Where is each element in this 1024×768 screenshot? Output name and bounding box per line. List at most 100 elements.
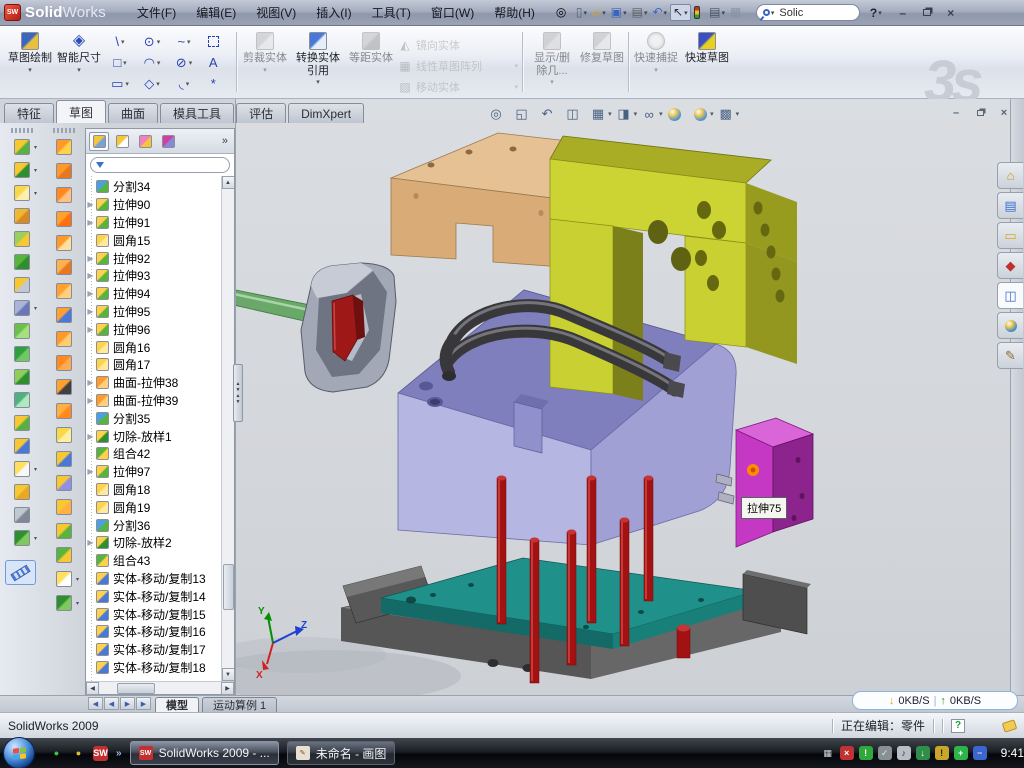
dropdown-arrow-icon[interactable]: ▾: [664, 9, 668, 17]
commandmanager-tab[interactable]: 曲面: [108, 103, 158, 123]
dropdown-arrow-icon[interactable]: ▾: [634, 110, 638, 118]
manager-tab[interactable]: [135, 132, 155, 151]
feature-tree-item[interactable]: ▶ 拉伸93: [86, 267, 221, 285]
feature-tree-item[interactable]: ▶ 拉伸97: [86, 463, 221, 481]
commandmanager-tab[interactable]: 特征: [4, 103, 54, 123]
sketch-entity-button[interactable]: ~ ▾: [168, 31, 200, 52]
sketch-draw-button[interactable]: 草图绘制▾: [6, 29, 54, 95]
task-pane-tab[interactable]: ⌂: [997, 162, 1023, 189]
surface-tool-button[interactable]: [56, 259, 72, 275]
quick-launch-icon[interactable]: ●: [71, 746, 86, 761]
expand-arrow-icon[interactable]: ▶: [86, 538, 95, 547]
dropdown-arrow-icon[interactable]: ▾: [157, 38, 161, 46]
graphics-viewport[interactable]: Y Z X: [235, 99, 1010, 695]
feature-tree-item[interactable]: ▶ 组合42: [86, 445, 221, 463]
dropdown-arrow-icon[interactable]: ▾: [584, 9, 588, 17]
expand-arrow-icon[interactable]: ▶: [86, 325, 95, 334]
tab-nav-button[interactable]: ◀: [104, 697, 119, 710]
surface-tool-button[interactable]: [56, 187, 72, 203]
surface-tool-button[interactable]: [56, 403, 72, 419]
titlebar-tool-button[interactable]: ↶ ▾: [650, 5, 669, 20]
commandmanager-tab[interactable]: DimXpert: [288, 103, 364, 123]
dropdown-arrow-icon[interactable]: ▾: [156, 80, 160, 88]
sketch-entity-button[interactable]: ◠ ▾: [136, 52, 168, 73]
tag-icon[interactable]: [1002, 719, 1017, 733]
toolbar-grip[interactable]: [53, 128, 75, 133]
task-pane-tab[interactable]: [997, 312, 1023, 339]
feature-tree-item[interactable]: ▶ 实体-移动/复制13: [86, 570, 221, 588]
menu-item[interactable]: 帮助(H): [485, 1, 544, 24]
more-tabs-button[interactable]: »: [222, 135, 228, 147]
surface-tool-button[interactable]: [56, 499, 72, 515]
heads-up-tool-button[interactable]: ▦: [588, 104, 608, 124]
feature-tool-button[interactable]: [14, 392, 30, 408]
dropdown-arrow-icon[interactable]: ▾: [189, 59, 193, 67]
convert-entities-button[interactable]: 转换实体引用▾: [292, 29, 344, 95]
feature-tree-item[interactable]: ▶ 切除-放样1: [86, 427, 221, 445]
sketch-entity-button[interactable]: ▾: [200, 31, 232, 52]
start-button[interactable]: [3, 737, 35, 768]
feature-tree-item[interactable]: ▶ 分割34: [86, 178, 221, 196]
manager-tab[interactable]: [158, 132, 178, 151]
surface-tool-button[interactable]: [56, 283, 72, 299]
dropdown-arrow-icon[interactable]: ▾: [187, 38, 191, 46]
menu-item[interactable]: 插入(I): [307, 1, 360, 24]
feature-tree-item[interactable]: ▶ 拉伸90: [86, 196, 221, 214]
taskbar-window-button[interactable]: ✎ 未命名 - 画图: [287, 741, 396, 765]
tray-icon[interactable]: ×: [840, 746, 854, 760]
help-dropdown-icon[interactable]: ▾: [878, 9, 882, 17]
tray-icon[interactable]: ▦: [821, 746, 835, 760]
dropdown-arrow-icon[interactable]: ▾: [76, 576, 79, 583]
feature-tool-button[interactable]: [14, 162, 30, 178]
dropdown-arrow-icon[interactable]: ▾: [644, 9, 648, 17]
dropdown-arrow-icon[interactable]: ▾: [123, 59, 127, 67]
tray-icon[interactable]: ♪: [897, 746, 911, 760]
menu-item[interactable]: 编辑(E): [187, 1, 245, 24]
manager-tab[interactable]: [112, 132, 132, 151]
toolbar-grip[interactable]: [11, 128, 33, 133]
search-dropdown-icon[interactable]: ▾: [771, 9, 775, 17]
feature-tool-button[interactable]: [14, 507, 30, 523]
titlebar-tool-button[interactable]: ▣ ▾: [609, 5, 629, 20]
feature-tool-button[interactable]: [14, 415, 30, 431]
quick-launch-icon[interactable]: SW: [93, 746, 108, 761]
heads-up-tool-button[interactable]: [690, 104, 710, 124]
doc-close-button[interactable]: ×: [996, 106, 1012, 119]
expand-arrow-icon[interactable]: ▶: [86, 467, 95, 476]
surface-tool-button[interactable]: [56, 379, 72, 395]
taskbar-window-button[interactable]: SW SolidWorks 2009 - ...: [130, 741, 279, 765]
model-clamp-cylinder[interactable]: [236, 263, 396, 392]
tree-filter-input[interactable]: [90, 157, 230, 173]
heads-up-tool-button[interactable]: ◎: [486, 104, 506, 124]
expand-arrow-icon[interactable]: ▶: [86, 432, 95, 441]
sketch-entity-button[interactable]: ⊘ ▾: [168, 52, 200, 73]
feature-tree-item[interactable]: ▶ 曲面-拉伸39: [86, 392, 221, 410]
feature-tree-item[interactable]: ▶ 拉伸96: [86, 320, 221, 338]
linear-sketch-pattern-button[interactable]: ▦线性草图阵列▾: [398, 55, 518, 76]
dropdown-arrow-icon[interactable]: ▾: [608, 110, 612, 118]
feature-tool-button[interactable]: [14, 231, 30, 247]
feature-tool-button[interactable]: [14, 346, 30, 362]
sketch-entity-button[interactable]: * ▾: [200, 73, 232, 94]
feature-tool-button[interactable]: [14, 300, 30, 316]
menu-item[interactable]: 视图(V): [247, 1, 305, 24]
model-side-insert[interactable]: [736, 418, 813, 547]
tab-nav-button[interactable]: ▶: [120, 697, 135, 710]
dropdown-arrow-icon[interactable]: ▾: [34, 466, 37, 473]
help-button[interactable]: ?: [870, 6, 877, 20]
task-pane-tab[interactable]: ✎: [997, 342, 1023, 369]
surface-tool-button[interactable]: [56, 475, 72, 491]
surface-tool-button[interactable]: [56, 307, 72, 323]
expand-arrow-icon[interactable]: ▶: [86, 200, 95, 209]
dropdown-arrow-icon[interactable]: ▾: [722, 9, 726, 17]
dropdown-arrow-icon[interactable]: ▾: [34, 535, 37, 542]
heads-up-tool-button[interactable]: ▩: [716, 104, 736, 124]
tree-vertical-scrollbar[interactable]: ▲ ▼: [221, 176, 234, 681]
close-button[interactable]: ×: [942, 6, 960, 20]
titlebar-tool-button[interactable]: ▾: [692, 5, 707, 20]
feature-tree-item[interactable]: ▶ 实体-移动/复制16: [86, 623, 221, 641]
commandmanager-tab[interactable]: 模具工具: [160, 103, 234, 123]
feature-tool-button[interactable]: [14, 185, 30, 201]
tray-icon[interactable]: !: [859, 746, 873, 760]
surface-tool-button[interactable]: [56, 235, 72, 251]
